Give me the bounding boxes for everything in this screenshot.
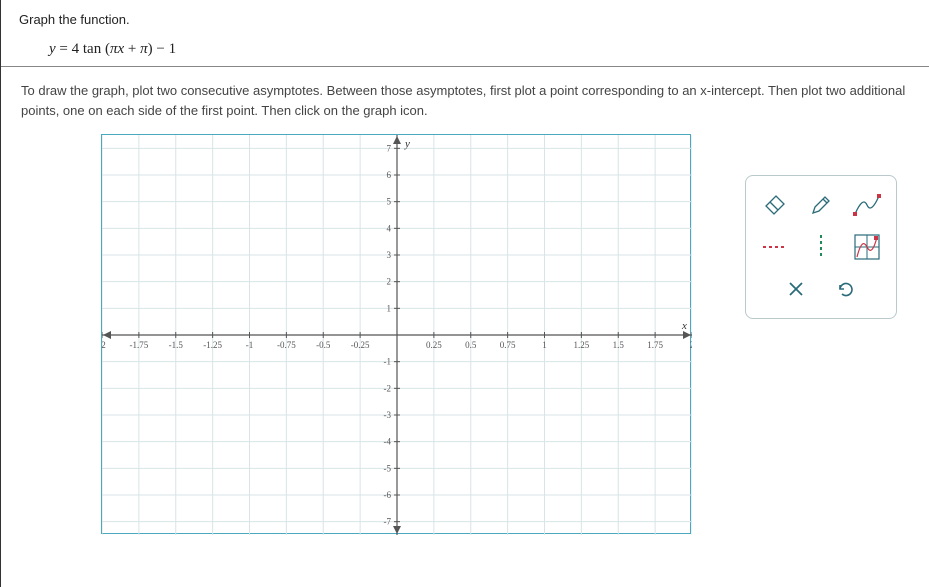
graph-canvas[interactable]: -2 -1.75 -1.5 -1.25 -1 -0.75 -0.5 -0.25 0.25 0.5 0… — [101, 134, 691, 534]
svg-text:-1: -1 — [246, 340, 254, 350]
horizontal-asymptote-tool[interactable] — [756, 228, 794, 266]
graph-icon — [854, 234, 880, 260]
svg-text:1.75: 1.75 — [647, 340, 663, 350]
svg-text:-6: -6 — [384, 490, 392, 500]
svg-text:0.25: 0.25 — [426, 340, 442, 350]
svg-text:-2: -2 — [102, 340, 106, 350]
svg-text:x: x — [681, 320, 687, 332]
graph-button[interactable] — [848, 228, 886, 266]
svg-text:-1.5: -1.5 — [169, 340, 184, 350]
svg-text:3: 3 — [387, 250, 392, 260]
svg-text:0.75: 0.75 — [500, 340, 516, 350]
svg-text:2: 2 — [690, 340, 692, 350]
svg-text:1: 1 — [387, 303, 392, 313]
undo-icon — [836, 279, 856, 299]
svg-text:4: 4 — [387, 223, 392, 233]
svg-text:-7: -7 — [384, 517, 392, 527]
curve-tool[interactable] — [848, 186, 886, 224]
svg-text:-0.25: -0.25 — [351, 340, 370, 350]
eraser-icon — [762, 195, 788, 215]
graph-toolbox — [745, 175, 897, 319]
svg-text:7: 7 — [387, 143, 392, 153]
v-asymptote-icon — [815, 233, 827, 261]
svg-text:1: 1 — [542, 340, 547, 350]
svg-text:-2: -2 — [384, 383, 392, 393]
undo-button[interactable] — [827, 270, 865, 308]
svg-text:5: 5 — [387, 197, 392, 207]
function-equation: y = 4 tan (πx + π) − 1 — [49, 41, 911, 58]
svg-text:-1.25: -1.25 — [203, 340, 222, 350]
svg-text:-0.5: -0.5 — [316, 340, 331, 350]
svg-text:-0.75: -0.75 — [277, 340, 296, 350]
svg-text:-1: -1 — [384, 357, 392, 367]
close-icon — [788, 281, 804, 297]
curve-icon — [853, 194, 881, 216]
h-asymptote-icon — [761, 241, 789, 253]
vertical-asymptote-tool[interactable] — [802, 228, 840, 266]
svg-text:1.5: 1.5 — [613, 340, 625, 350]
prompt-title: Graph the function. — [19, 12, 911, 27]
svg-text:6: 6 — [387, 170, 392, 180]
svg-text:-4: -4 — [384, 437, 392, 447]
delete-button[interactable] — [777, 270, 815, 308]
svg-text:-5: -5 — [384, 463, 392, 473]
svg-text:0.5: 0.5 — [465, 340, 477, 350]
svg-text:-1.75: -1.75 — [130, 340, 149, 350]
svg-text:y: y — [404, 138, 410, 150]
svg-text:-3: -3 — [384, 410, 392, 420]
pencil-icon — [810, 194, 832, 216]
instruction-text: To draw the graph, plot two consecutive … — [21, 81, 909, 120]
svg-text:1.25: 1.25 — [574, 340, 590, 350]
pencil-tool[interactable] — [802, 186, 840, 224]
svg-text:2: 2 — [387, 277, 392, 287]
eraser-tool[interactable] — [756, 186, 794, 224]
